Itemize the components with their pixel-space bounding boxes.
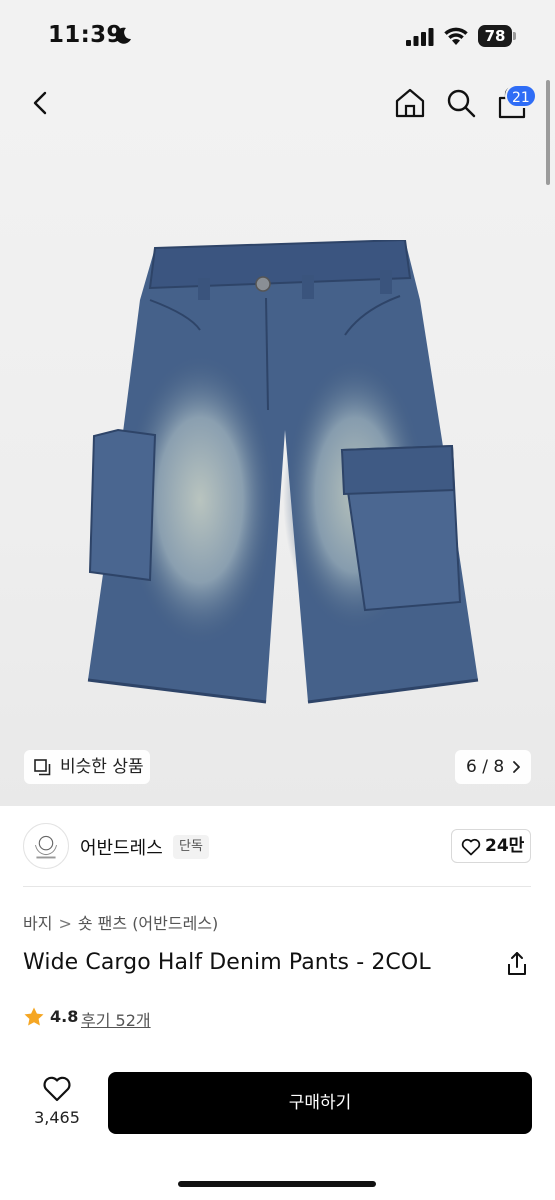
breadcrumb: 바지 > 숏 팬츠 (어반드레스) [23,910,218,934]
cart-count-badge[interactable]: 21 [505,84,537,108]
status-time: 11:39 [48,22,123,48]
similar-products-label: 비슷한 상품 [60,757,144,777]
buy-button[interactable]: 구매하기 [108,1072,532,1134]
battery-level: 78 [484,27,506,45]
moon-icon [115,27,131,44]
reviews-link[interactable]: 후기 52개 [81,1007,151,1031]
wishlist-heart-icon[interactable] [42,1075,72,1103]
seller-like-button[interactable]: 24만 [451,829,531,863]
copy-icon [34,759,51,776]
breadcrumb-separator-icon: > [58,914,72,933]
exclusive-tag: 단독 [173,835,209,859]
home-icon[interactable] [393,86,427,120]
rating-value: 4.8 [50,1007,79,1026]
product-title: Wide Cargo Half Denim Pants - 2COL [23,950,431,975]
breadcrumb-category[interactable]: 바지 [23,910,52,934]
similar-products-button[interactable]: 비슷한 상품 [24,750,150,784]
chevron-right-icon [513,761,520,773]
breadcrumb-subcategory[interactable]: 숏 팬츠 (어반드레스) [78,910,218,934]
battery-icon: 78 [478,25,518,47]
image-counter-button[interactable]: 6 / 8 [455,750,531,784]
heart-icon [461,838,481,856]
seller-name[interactable]: 어반드레스 [80,834,163,860]
divider [23,886,531,887]
status-bar: 11:39 78 [0,0,555,76]
seller-logo[interactable] [23,823,69,869]
cellular-signal-icon [406,28,434,46]
home-indicator[interactable] [178,1181,376,1187]
wishlist-count: 3,465 [34,1108,80,1127]
share-icon[interactable] [505,951,529,977]
image-counter: 6 / 8 [466,757,505,777]
star-icon [24,1007,44,1026]
scrollbar[interactable] [546,80,550,185]
back-icon[interactable] [26,88,56,118]
search-icon[interactable] [445,87,477,119]
wifi-icon [444,27,468,45]
product-image-denim-shorts[interactable] [80,240,480,710]
seller-like-count: 24만 [485,836,525,856]
